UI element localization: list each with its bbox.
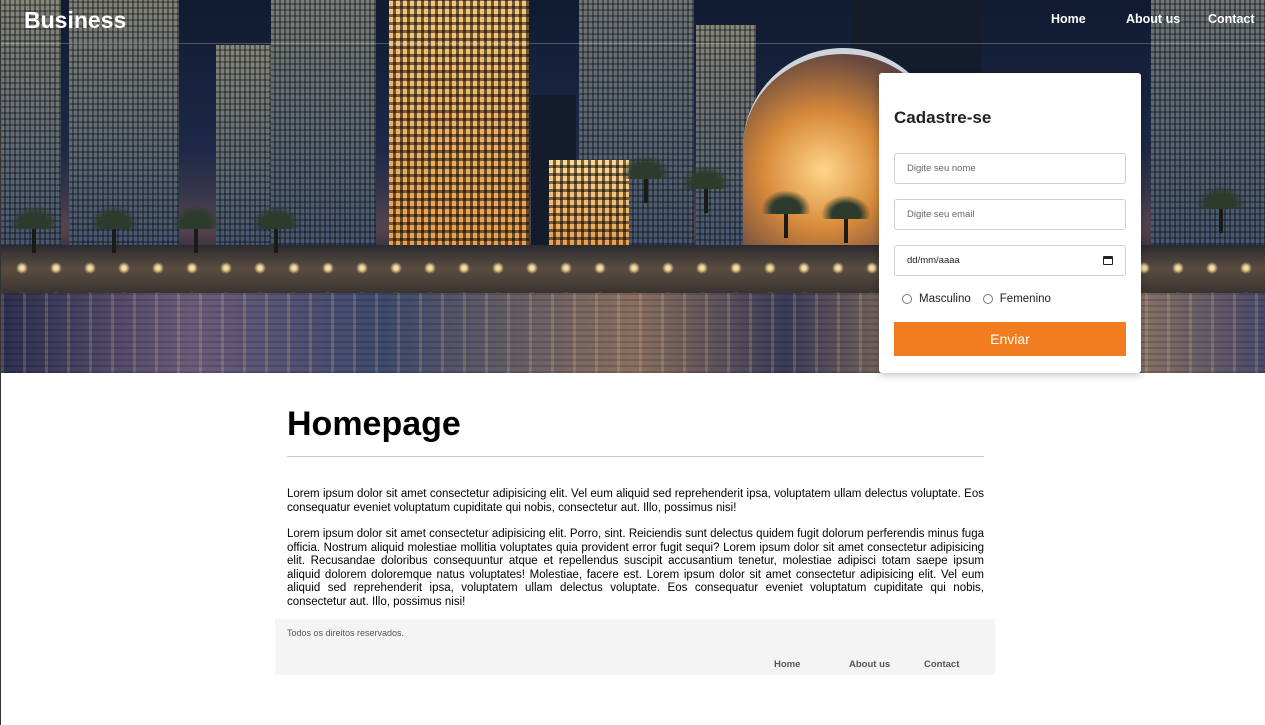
- radio-masculino-label[interactable]: Masculino: [919, 293, 971, 305]
- nav-home-link[interactable]: Home: [1051, 12, 1086, 26]
- palm-tree: [821, 195, 871, 243]
- birthdate-placeholder: dd/mm/aaaa: [907, 255, 960, 266]
- copyright-text: Todos os direitos reservados.: [287, 628, 405, 638]
- name-input[interactable]: [894, 153, 1126, 184]
- footer-contact-link[interactable]: Contact: [924, 659, 959, 670]
- signup-form-card: Cadastre-se dd/mm/aaaa Masculino Femenin…: [879, 73, 1141, 373]
- palm-tree: [1196, 185, 1246, 233]
- palm-tree: [621, 155, 671, 245]
- top-navbar: Business Home About us Contact: [1, 0, 1265, 44]
- nav-contact-link[interactable]: Contact: [1208, 12, 1255, 26]
- content-paragraph: Lorem ipsum dolor sit amet consectetur a…: [287, 488, 984, 514]
- page-footer: Todos os direitos reservados. Home About…: [275, 619, 995, 675]
- content-paragraph: Lorem ipsum dolor sit amet consectetur a…: [287, 528, 984, 608]
- palm-tree: [681, 165, 731, 245]
- gender-radio-group: Masculino Femenino: [902, 293, 1051, 305]
- skyscraper: [549, 160, 629, 245]
- signup-form-title: Cadastre-se: [894, 108, 992, 127]
- submit-button[interactable]: Enviar: [894, 322, 1126, 356]
- radio-masculino[interactable]: [902, 294, 912, 304]
- radio-femenino[interactable]: [982, 294, 993, 304]
- title-divider: [287, 456, 984, 457]
- palm-tree: [89, 205, 139, 253]
- palm-tree: [251, 205, 301, 253]
- palm-tree: [761, 190, 811, 238]
- nav-about-link[interactable]: About us: [1126, 12, 1180, 26]
- footer-about-link[interactable]: About us: [849, 659, 890, 670]
- calendar-icon[interactable]: [1103, 256, 1113, 265]
- brand-logo[interactable]: Business: [24, 7, 126, 34]
- main-content: Homepage Lorem ipsum dolor sit amet cons…: [287, 402, 984, 609]
- radio-femenino-label[interactable]: Femenino: [1000, 293, 1051, 305]
- page-title: Homepage: [287, 405, 461, 443]
- palm-tree: [9, 205, 59, 253]
- palm-tree: [171, 205, 221, 253]
- footer-home-link[interactable]: Home: [774, 659, 800, 670]
- email-input[interactable]: [894, 199, 1126, 230]
- birthdate-input[interactable]: dd/mm/aaaa: [894, 245, 1126, 276]
